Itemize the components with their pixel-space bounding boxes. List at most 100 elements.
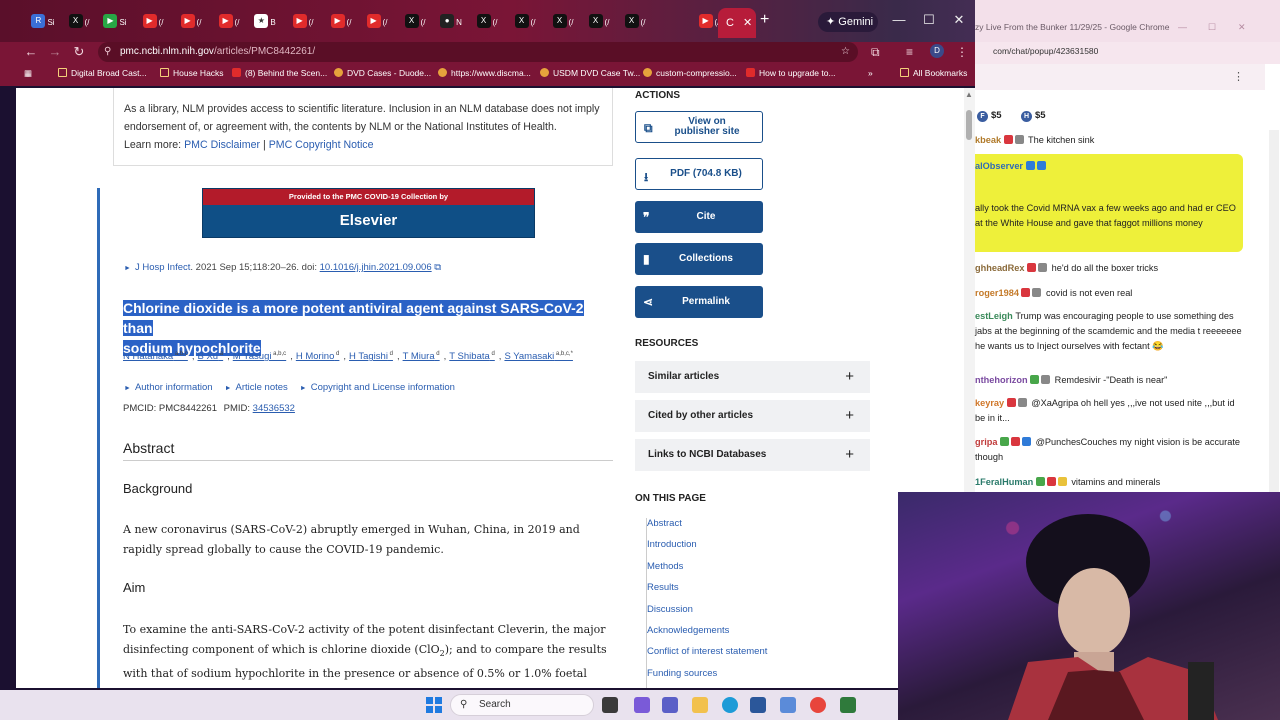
chat-maximize-button[interactable]: ☐ [1208, 22, 1216, 33]
chat-username[interactable]: 1FeralHuman [975, 477, 1036, 487]
journal-link[interactable]: J Hosp Infect [135, 262, 190, 273]
browser-tab[interactable]: X (/ [510, 12, 540, 32]
article-info-link[interactable]: ► Author information [124, 382, 213, 393]
bookmark-item[interactable]: House Hacks [160, 68, 224, 78]
app-icon[interactable] [780, 697, 796, 713]
obs-icon[interactable] [840, 697, 856, 713]
media-controls-icon[interactable]: ≡ [906, 45, 913, 59]
bookmark-item[interactable]: How to upgrade to... [746, 68, 836, 78]
close-window-button[interactable]: ✕ [951, 12, 967, 28]
collections-button[interactable]: ▮ Collections [635, 243, 763, 275]
author-link[interactable]: T Shibata d [449, 351, 495, 362]
chat-minimize-button[interactable]: — [1178, 22, 1187, 32]
author-link[interactable]: B Xu a [198, 351, 224, 362]
on-this-page-link[interactable]: Discussion [647, 604, 827, 615]
pmc-copyright-link[interactable]: PMC Copyright Notice [269, 139, 374, 151]
pdf-button[interactable]: ⭳ PDF (704.8 KB) [635, 158, 763, 190]
pmc-disclaimer-link[interactable]: PMC Disclaimer [184, 139, 260, 151]
author-link[interactable]: H Tagishi d [349, 351, 393, 362]
forward-button[interactable]: → [46, 44, 64, 59]
on-this-page-link[interactable]: Abstract [647, 518, 827, 529]
browser-tab[interactable]: ▶ (/ [214, 12, 244, 32]
chat-username[interactable]: gripa [975, 437, 1000, 447]
apps-grid-icon[interactable]: ▦ [24, 68, 32, 79]
doi-link[interactable]: 10.1016/j.jhin.2021.09.006 [320, 262, 432, 273]
on-this-page-link[interactable]: Results [647, 582, 827, 593]
author-link[interactable]: S Yamasaki a,b,c,* [504, 351, 573, 362]
chat-username[interactable]: roger1984 [975, 288, 1021, 298]
taskbar-search[interactable]: ⚲ Search [450, 694, 594, 716]
maximize-button[interactable]: ☐ [921, 12, 937, 28]
task-view-icon[interactable] [602, 697, 618, 713]
chat-username[interactable]: estLeigh [975, 311, 1015, 321]
on-this-page-link[interactable]: Funding sources [647, 668, 827, 679]
chat-username[interactable]: ghheadRex [975, 263, 1027, 273]
resource-accordion[interactable]: Similar articles + [635, 361, 870, 393]
copilot-icon[interactable] [634, 697, 650, 713]
on-this-page-link[interactable]: Methods [647, 561, 827, 572]
article-info-link[interactable]: ► Copyright and License information [300, 382, 455, 393]
chat-username[interactable]: kbeak [975, 135, 1004, 145]
donor-badge[interactable]: F $5 [977, 110, 1002, 122]
bookmark-item[interactable]: USDM DVD Case Tw... [540, 68, 640, 78]
chat-scrollbar[interactable] [1269, 130, 1279, 492]
browser-tab[interactable]: X (/ [472, 12, 502, 32]
new-tab-button[interactable]: + [760, 12, 776, 28]
gemini-button[interactable]: ✦ Gemini [818, 12, 878, 32]
browser-tab[interactable]: X (/ [584, 12, 614, 32]
back-button[interactable]: ← [22, 44, 40, 59]
close-tab-icon[interactable]: ✕ [743, 17, 752, 29]
windows-start-button[interactable] [426, 697, 442, 713]
site-info-icon[interactable]: ⚲ [104, 42, 111, 62]
browser-tab[interactable]: ▶ Si [100, 12, 130, 32]
permalink-button[interactable]: ⋖ Permalink [635, 286, 763, 318]
browser-tab[interactable]: R Si [28, 12, 58, 32]
article-info-link[interactable]: ► Article notes [225, 382, 288, 393]
browser-tab[interactable]: X (/ [548, 12, 578, 32]
reload-button[interactable]: ↻ [70, 44, 88, 60]
browser-tab[interactable]: ▶ (/ [362, 12, 392, 32]
browser-tab[interactable]: ● N [436, 12, 466, 32]
bookmark-item[interactable]: https://www.discma... [438, 68, 531, 78]
browser-tab[interactable]: X (/ [620, 12, 650, 32]
scrollbar-thumb[interactable] [966, 110, 972, 140]
resource-accordion[interactable]: Cited by other articles + [635, 400, 870, 432]
minimize-button[interactable]: — [891, 12, 907, 27]
pmid-link[interactable]: 34536532 [253, 403, 295, 414]
chat-close-button[interactable]: ✕ [1238, 22, 1246, 33]
bookmark-star-icon[interactable]: ☆ [841, 42, 850, 62]
chat-menu-icon[interactable]: ⋮ [1233, 70, 1244, 83]
address-bar[interactable]: ⚲ pmc.ncbi.nlm.nih.gov/articles/PMC84422… [98, 42, 858, 62]
cite-button[interactable]: ❞ Cite [635, 201, 763, 233]
chrome-icon[interactable] [810, 697, 826, 713]
profile-avatar[interactable]: D [930, 44, 944, 58]
on-this-page-link[interactable]: Acknowledgements [647, 625, 827, 636]
scroll-up-arrow-icon[interactable]: ▲ [965, 90, 973, 99]
author-link[interactable]: M Yasugi a,b,c [233, 351, 286, 362]
chat-username[interactable]: alObserver [975, 161, 1026, 171]
browser-tab[interactable]: ▶ (/ [288, 12, 318, 32]
browser-tab[interactable]: ▶ (/ [176, 12, 206, 32]
bookmark-item[interactable]: (8) Behind the Scen... [232, 68, 327, 78]
edge-icon[interactable] [722, 697, 738, 713]
more-bookmarks-icon[interactable]: » [868, 68, 873, 78]
author-link[interactable]: H Morino d [296, 351, 340, 362]
active-tab[interactable]: C ✕ [718, 8, 756, 38]
author-link[interactable]: T Miura d [403, 351, 440, 362]
donor-badge[interactable]: H $5 [1021, 110, 1046, 122]
chat-username[interactable]: nthehorizon [975, 375, 1030, 385]
expand-triangle-icon[interactable]: ► [124, 265, 131, 272]
screen-share-icon[interactable]: ⧉ [871, 45, 880, 60]
browser-tab[interactable]: X (/ [64, 12, 94, 32]
resource-accordion[interactable]: Links to NCBI Databases + [635, 439, 870, 471]
on-this-page-link[interactable]: Conflict of interest statement [647, 646, 827, 657]
browser-tab[interactable]: ▶ (/ [326, 12, 356, 32]
bookmark-item[interactable]: Digital Broad Cast... [58, 68, 147, 78]
author-link[interactable]: N Hatanaka a,b,c [123, 351, 188, 362]
browser-tab[interactable]: ▶ (/ [138, 12, 168, 32]
chat-username[interactable]: keyray [975, 398, 1007, 408]
chrome-menu-icon[interactable]: ⋮ [956, 45, 968, 59]
browser-tab[interactable]: X (/ [400, 12, 430, 32]
store-icon[interactable] [750, 697, 766, 713]
file-explorer-icon[interactable] [692, 697, 708, 713]
